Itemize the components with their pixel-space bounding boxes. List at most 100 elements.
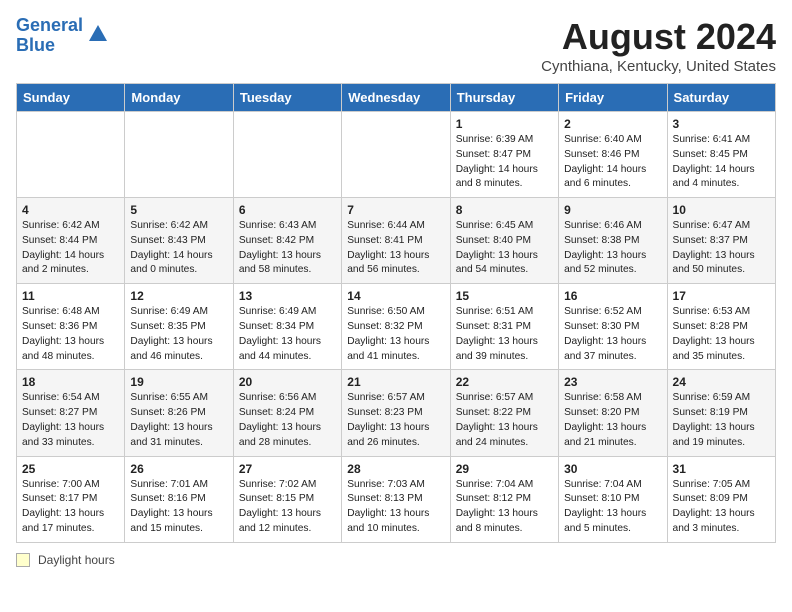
day-info: Sunrise: 7:04 AM Sunset: 8:10 PM Dayligh… [564, 478, 661, 537]
calendar-cell: 31Sunrise: 7:05 AM Sunset: 8:09 PM Dayli… [667, 456, 775, 542]
calendar-cell: 1Sunrise: 6:39 AM Sunset: 8:47 PM Daylig… [450, 112, 558, 198]
weekday-header: Thursday [450, 84, 558, 112]
day-info: Sunrise: 6:52 AM Sunset: 8:30 PM Dayligh… [564, 305, 661, 364]
day-number: 9 [564, 203, 661, 217]
calendar-cell [342, 112, 450, 198]
day-info: Sunrise: 6:47 AM Sunset: 8:37 PM Dayligh… [673, 219, 770, 278]
day-number: 22 [456, 375, 553, 389]
calendar-week-row: 4Sunrise: 6:42 AM Sunset: 8:44 PM Daylig… [17, 198, 776, 284]
calendar-body: 1Sunrise: 6:39 AM Sunset: 8:47 PM Daylig… [17, 112, 776, 543]
day-info: Sunrise: 6:56 AM Sunset: 8:24 PM Dayligh… [239, 391, 336, 450]
calendar-cell: 6Sunrise: 6:43 AM Sunset: 8:42 PM Daylig… [233, 198, 341, 284]
calendar-cell: 23 Sunrise: 6:58 AM Sunset: 8:20 PM Dayli… [559, 370, 667, 456]
day-number: 29 [456, 462, 553, 476]
day-number: 6 [239, 203, 336, 217]
calendar-cell: 19Sunrise: 6:55 AM Sunset: 8:26 PM Dayli… [125, 370, 233, 456]
day-info: Sunrise: 6:57 AM Sunset: 8:22 PM Dayligh… [456, 391, 553, 450]
calendar-cell [17, 112, 125, 198]
calendar-cell: 17 Sunrise: 6:53 AM Sunset: 8:28 PM Dayli… [667, 284, 775, 370]
day-number: 28 [347, 462, 444, 476]
day-number: 2 [564, 117, 661, 131]
day-number: 1 [456, 117, 553, 131]
calendar-cell: 25 Sunrise: 7:00 AM Sunset: 8:17 PM Dayli… [17, 456, 125, 542]
day-info: Sunrise: 7:03 AM Sunset: 8:13 PM Dayligh… [347, 478, 444, 537]
day-number: 7 [347, 203, 444, 217]
day-number: 3 [673, 117, 770, 131]
day-number: 30 [564, 462, 661, 476]
footer-legend: Daylight hours [16, 553, 776, 567]
calendar-cell: 5 Sunrise: 6:42 AM Sunset: 8:43 PM Daylig… [125, 198, 233, 284]
footer: Daylight hours [16, 553, 776, 567]
calendar-cell: 28 Sunrise: 7:03 AM Sunset: 8:13 PM Dayli… [342, 456, 450, 542]
logo-icon [87, 23, 109, 50]
calendar-cell: 13Sunrise: 6:49 AM Sunset: 8:34 PM Dayli… [233, 284, 341, 370]
day-number: 20 [239, 375, 336, 389]
day-info: Sunrise: 6:54 AM Sunset: 8:27 PM Dayligh… [22, 391, 119, 450]
day-number: 13 [239, 289, 336, 303]
day-number: 19 [130, 375, 227, 389]
calendar-cell: 10 Sunrise: 6:47 AM Sunset: 8:37 PM Dayli… [667, 198, 775, 284]
calendar-cell: 4Sunrise: 6:42 AM Sunset: 8:44 PM Daylig… [17, 198, 125, 284]
day-info: Sunrise: 6:53 AM Sunset: 8:28 PM Dayligh… [673, 305, 770, 364]
day-info: Sunrise: 6:42 AM Sunset: 8:43 PM Dayligh… [130, 219, 227, 278]
calendar-table: SundayMondayTuesdayWednesdayThursdayFrid… [16, 83, 776, 543]
day-number: 25 [22, 462, 119, 476]
day-info: Sunrise: 6:49 AM Sunset: 8:35 PM Dayligh… [130, 305, 227, 364]
calendar-cell: 26 Sunrise: 7:01 AM Sunset: 8:16 PM Dayli… [125, 456, 233, 542]
day-info: Sunrise: 6:57 AM Sunset: 8:23 PM Dayligh… [347, 391, 444, 450]
calendar-cell: 3 Sunrise: 6:41 AM Sunset: 8:45 PM Daylig… [667, 112, 775, 198]
day-info: Sunrise: 6:50 AM Sunset: 8:32 PM Dayligh… [347, 305, 444, 364]
day-info: Sunrise: 6:42 AM Sunset: 8:44 PM Dayligh… [22, 219, 119, 278]
weekday-header: Wednesday [342, 84, 450, 112]
calendar-week-row: 11 Sunrise: 6:48 AM Sunset: 8:36 PM Dayli… [17, 284, 776, 370]
calendar-cell: 27Sunrise: 7:02 AM Sunset: 8:15 PM Dayli… [233, 456, 341, 542]
day-number: 10 [673, 203, 770, 217]
day-number: 17 [673, 289, 770, 303]
day-number: 11 [22, 289, 119, 303]
day-info: Sunrise: 6:58 AM Sunset: 8:20 PM Dayligh… [564, 391, 661, 450]
day-info: Sunrise: 7:02 AM Sunset: 8:15 PM Dayligh… [239, 478, 336, 537]
weekday-header: Monday [125, 84, 233, 112]
calendar-cell: 15 Sunrise: 6:51 AM Sunset: 8:31 PM Dayli… [450, 284, 558, 370]
day-number: 21 [347, 375, 444, 389]
day-number: 15 [456, 289, 553, 303]
calendar-week-row: 18Sunrise: 6:54 AM Sunset: 8:27 PM Dayli… [17, 370, 776, 456]
day-info: Sunrise: 7:04 AM Sunset: 8:12 PM Dayligh… [456, 478, 553, 537]
logo-text: General Blue [16, 16, 83, 56]
day-info: Sunrise: 6:48 AM Sunset: 8:36 PM Dayligh… [22, 305, 119, 364]
day-info: Sunrise: 6:59 AM Sunset: 8:19 PM Dayligh… [673, 391, 770, 450]
weekday-header-row: SundayMondayTuesdayWednesdayThursdayFrid… [17, 84, 776, 112]
calendar-cell: 9Sunrise: 6:46 AM Sunset: 8:38 PM Daylig… [559, 198, 667, 284]
calendar-cell: 8 Sunrise: 6:45 AM Sunset: 8:40 PM Daylig… [450, 198, 558, 284]
day-number: 26 [130, 462, 227, 476]
main-title: August 2024 [541, 16, 776, 58]
day-number: 24 [673, 375, 770, 389]
legend-box [16, 553, 30, 567]
day-info: Sunrise: 6:45 AM Sunset: 8:40 PM Dayligh… [456, 219, 553, 278]
day-info: Sunrise: 7:01 AM Sunset: 8:16 PM Dayligh… [130, 478, 227, 537]
calendar-cell [125, 112, 233, 198]
day-info: Sunrise: 7:05 AM Sunset: 8:09 PM Dayligh… [673, 478, 770, 537]
calendar-cell: 20 Sunrise: 6:56 AM Sunset: 8:24 PM Dayli… [233, 370, 341, 456]
day-number: 23 [564, 375, 661, 389]
calendar-cell: 24 Sunrise: 6:59 AM Sunset: 8:19 PM Dayli… [667, 370, 775, 456]
calendar-cell: 11 Sunrise: 6:48 AM Sunset: 8:36 PM Dayli… [17, 284, 125, 370]
day-info: Sunrise: 7:00 AM Sunset: 8:17 PM Dayligh… [22, 478, 119, 537]
subtitle: Cynthiana, Kentucky, United States [541, 58, 776, 75]
calendar-cell: 29 Sunrise: 7:04 AM Sunset: 8:12 PM Dayli… [450, 456, 558, 542]
calendar-week-row: 1Sunrise: 6:39 AM Sunset: 8:47 PM Daylig… [17, 112, 776, 198]
day-number: 14 [347, 289, 444, 303]
day-info: Sunrise: 6:51 AM Sunset: 8:31 PM Dayligh… [456, 305, 553, 364]
weekday-header: Friday [559, 84, 667, 112]
day-number: 8 [456, 203, 553, 217]
weekday-header: Saturday [667, 84, 775, 112]
day-number: 12 [130, 289, 227, 303]
day-info: Sunrise: 6:41 AM Sunset: 8:45 PM Dayligh… [673, 133, 770, 192]
calendar-cell: 18Sunrise: 6:54 AM Sunset: 8:27 PM Dayli… [17, 370, 125, 456]
page-header: General Blue August 2024 Cynthiana, Kent… [16, 16, 776, 75]
legend-label: Daylight hours [38, 553, 115, 567]
calendar-cell: 16Sunrise: 6:52 AM Sunset: 8:30 PM Dayli… [559, 284, 667, 370]
logo: General Blue [16, 16, 109, 56]
day-number: 5 [130, 203, 227, 217]
calendar-cell: 2Sunrise: 6:40 AM Sunset: 8:46 PM Daylig… [559, 112, 667, 198]
